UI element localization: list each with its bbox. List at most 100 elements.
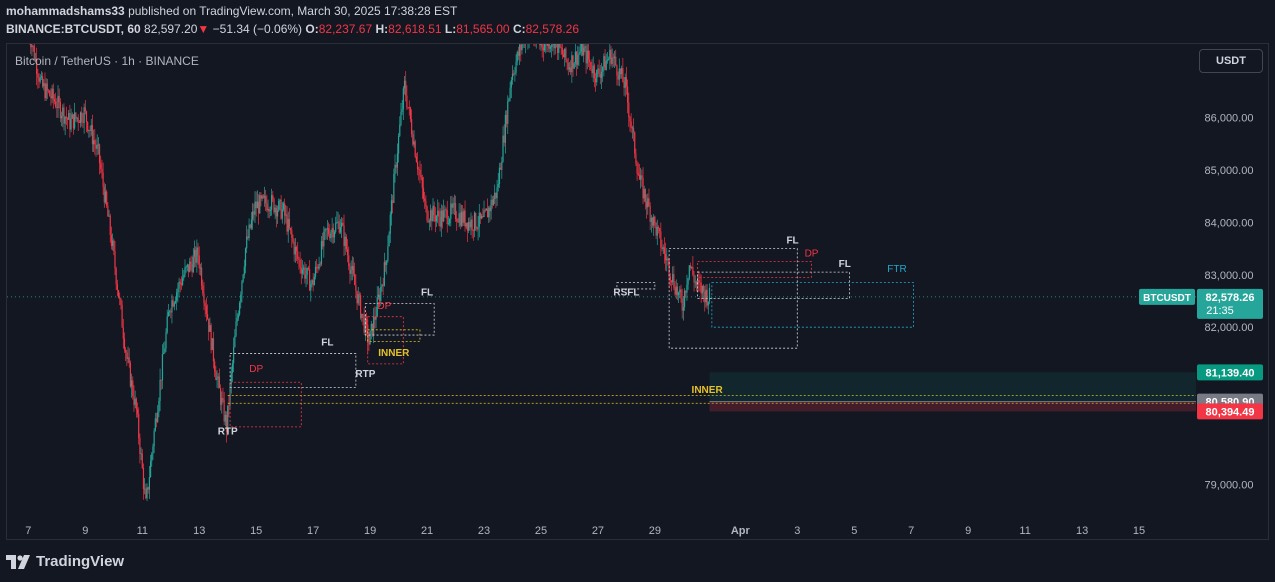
candle-body	[356, 290, 358, 304]
candle-body	[310, 283, 312, 291]
candle-down	[466, 222, 469, 242]
candle-up	[691, 266, 693, 270]
candle-down	[548, 44, 550, 53]
candle-body	[55, 101, 57, 107]
currency-button[interactable]: USDT	[1199, 49, 1263, 73]
candle-body	[349, 266, 351, 274]
candle-body	[509, 87, 511, 99]
candle-body	[168, 311, 171, 313]
candle-down	[319, 261, 321, 268]
candle-body	[551, 45, 553, 47]
candle-body	[638, 174, 641, 180]
candle-up	[314, 261, 317, 280]
candle-up	[303, 264, 305, 275]
candle-body	[341, 222, 343, 228]
candle-body	[397, 135, 400, 154]
candle-up	[221, 391, 223, 414]
candle-body	[602, 67, 604, 72]
candle-down	[101, 159, 103, 179]
candle-down	[91, 114, 94, 152]
candle-down	[352, 257, 355, 277]
candle-up	[243, 259, 245, 279]
candle-up	[344, 232, 346, 256]
candle-up	[481, 213, 483, 220]
candle-body	[541, 44, 543, 48]
candle-up	[609, 44, 611, 70]
candle-up	[608, 56, 610, 61]
dp-zone-box	[697, 261, 812, 278]
candle-body	[201, 267, 203, 286]
candle-body	[507, 101, 509, 124]
candle-down	[630, 113, 632, 133]
candle-up	[666, 247, 668, 272]
candle-down	[482, 208, 484, 219]
candle-body	[292, 237, 294, 242]
candle-body	[664, 253, 667, 261]
candle-down	[37, 68, 39, 89]
candle-body	[320, 241, 323, 265]
candle-down	[634, 131, 636, 159]
candle-down	[41, 72, 44, 89]
candle-body	[469, 221, 471, 228]
candle-down	[327, 222, 330, 237]
candle-body	[515, 61, 517, 73]
candle-up	[400, 103, 402, 127]
candle-body	[116, 284, 118, 291]
candle-body	[159, 379, 161, 401]
candle-body	[231, 363, 234, 373]
candle-up	[401, 100, 403, 116]
candle-body	[616, 65, 618, 76]
candle-up	[511, 65, 514, 85]
candle-down	[257, 194, 260, 225]
candle-body	[271, 195, 273, 210]
candle-down	[50, 88, 52, 106]
candle-down	[459, 203, 461, 230]
candle-body	[300, 267, 302, 274]
x-tick-label: 7	[25, 525, 31, 537]
candle-body	[82, 121, 84, 123]
candle-body	[621, 68, 623, 75]
candle-up	[584, 44, 586, 53]
candle-down	[94, 129, 96, 155]
candle-body	[88, 130, 90, 131]
candle-up	[274, 204, 276, 220]
candle-down	[434, 207, 436, 233]
candle-body	[171, 300, 173, 313]
candle-up	[43, 79, 45, 91]
candle-body	[312, 280, 314, 286]
candle-down	[160, 379, 162, 390]
candle-body	[267, 209, 269, 211]
candle-up	[310, 280, 312, 302]
candle-body	[204, 303, 206, 306]
candle-down	[87, 121, 89, 134]
candle-up	[527, 44, 529, 50]
candle-body	[97, 144, 99, 146]
candle-up	[564, 48, 566, 67]
candle-down	[47, 88, 50, 94]
candle-body	[465, 222, 467, 227]
candle-down	[284, 198, 286, 225]
candle-body	[631, 127, 633, 129]
candle-down	[89, 125, 91, 138]
candle-up	[350, 260, 352, 281]
candle-up	[287, 211, 289, 243]
candle-down	[408, 100, 410, 116]
candle-body	[52, 88, 54, 100]
candle-body	[44, 83, 46, 99]
candle-body	[268, 209, 270, 212]
candle-body	[663, 247, 665, 254]
candle-body	[253, 211, 255, 215]
candle-body	[133, 395, 135, 405]
candle-up	[473, 211, 476, 238]
candle-down	[286, 205, 288, 235]
candle-body	[685, 290, 687, 293]
candle-up	[313, 273, 315, 286]
price-chart[interactable]: 86,000.00 85,000.00 84,000.00 83,000.00 82,0…	[0, 0, 1275, 582]
candle-body	[470, 219, 472, 228]
candle-body	[185, 266, 187, 268]
candle-body	[79, 112, 82, 123]
candle-body	[657, 226, 660, 229]
candle-down	[533, 44, 535, 47]
candle-up	[443, 199, 445, 223]
candle-body	[89, 130, 91, 131]
